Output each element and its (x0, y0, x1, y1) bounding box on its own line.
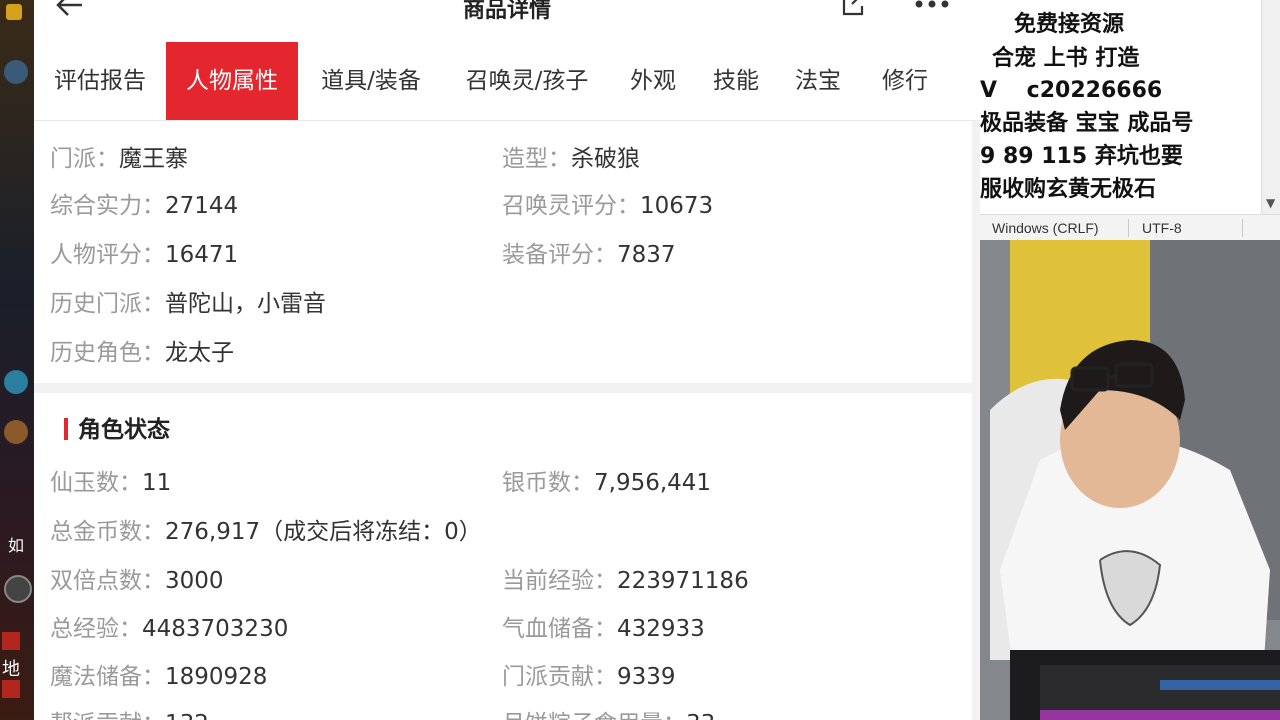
editor-line: 服收购玄黄无极石 (980, 177, 1157, 202)
game-label: 如 (8, 536, 25, 555)
editor-line: 极品装备 宝宝 成品号 (980, 111, 1194, 136)
mp-reserve-field: 魔法储备：1890928 (50, 664, 268, 690)
tab-cultivation[interactable]: 修行 (860, 42, 950, 120)
guild-contrib-field: 帮派贡献：132 (50, 704, 209, 720)
tab-summons[interactable]: 召唤灵/孩子 (444, 42, 610, 120)
gold-field: 总金币数：276,917（成交后将冻结：0） (50, 519, 482, 545)
editor-scrollbar[interactable]: ▼ (1261, 0, 1280, 214)
zongzi-field: 月饼粽子食用量：33 (502, 704, 715, 720)
tab-character[interactable]: 人物属性 (166, 42, 298, 120)
product-detail-page: 商品详情 评估报告 人物属性 道具/装备 召唤灵/孩子 外观 技能 法宝 修行 … (34, 0, 980, 720)
sect-contrib-field: 门派贡献：9339 (502, 664, 676, 690)
editor-status-bar: Windows (CRLF) UTF-8 (980, 214, 1280, 241)
game-orb-icon (4, 420, 28, 444)
editor-line: 9 89 115 弃坑也要 (980, 144, 1183, 169)
status-divider (1242, 219, 1243, 237)
top-bar: 商品详情 (34, 0, 980, 42)
text-editor-overlay: 免费接资源 合宠 上书 打造 V c20226666 极品装备 宝宝 成品号 9… (980, 0, 1280, 241)
status-divider (1128, 219, 1129, 237)
game-orb-icon (4, 370, 28, 394)
double-points-field: 双倍点数：3000 (50, 568, 224, 594)
tab-items[interactable]: 道具/装备 (298, 42, 444, 120)
tab-skills[interactable]: 技能 (696, 42, 776, 120)
current-exp-field: 当前经验：223971186 (502, 568, 749, 594)
game-icon (6, 4, 22, 20)
tab-report[interactable]: 评估报告 (34, 42, 166, 120)
editor-line: 免费接资源 (1014, 12, 1125, 37)
power-field: 综合实力：27144 (50, 193, 239, 219)
hp-reserve-field: 气血储备：432933 (502, 616, 705, 642)
game-window-strip: 如 地 (0, 0, 34, 720)
history-role-field: 历史角色：龙太子 (50, 340, 234, 366)
game-orb-icon (4, 575, 32, 603)
share-icon[interactable] (838, 0, 868, 18)
game-red-icon (2, 632, 20, 650)
game-orb-icon (4, 60, 28, 84)
section-accent-bar (64, 418, 68, 440)
tab-treasures[interactable]: 法宝 (776, 42, 860, 120)
basic-info-card: 门派：魔王寨 造型：杀破狼 综合实力：27144 召唤灵评分：10673 人物评… (34, 121, 972, 383)
tab-bar: 评估报告 人物属性 道具/装备 召唤灵/孩子 外观 技能 法宝 修行 (34, 42, 980, 121)
history-sect-field: 历史门派：普陀山，小雷音 (50, 291, 326, 317)
game-label: 地 (2, 659, 20, 680)
model-field: 造型：杀破狼 (502, 146, 640, 172)
encoding-label[interactable]: UTF-8 (1142, 220, 1182, 236)
more-dots-icon[interactable] (914, 0, 950, 10)
char-score-field: 人物评分：16471 (50, 242, 239, 268)
webcam-feed (980, 240, 1280, 720)
streamer-webcam-image (980, 240, 1280, 720)
silver-field: 银币数：7,956,441 (502, 470, 712, 496)
sect-field: 门派：魔王寨 (50, 146, 188, 172)
equip-score-field: 装备评分：7837 (502, 242, 676, 268)
jade-field: 仙玉数：11 (50, 470, 172, 496)
tab-appearance[interactable]: 外观 (610, 42, 696, 120)
line-ending-label[interactable]: Windows (CRLF) (992, 220, 1099, 236)
scroll-down-icon[interactable]: ▼ (1266, 196, 1275, 210)
editor-line: 合宠 上书 打造 (992, 46, 1140, 71)
section-title-status: 角色状态 (64, 410, 170, 450)
editor-line: V c20226666 (980, 78, 1163, 103)
game-red-icon (2, 680, 20, 698)
summon-score-field: 召唤灵评分：10673 (502, 193, 714, 219)
total-exp-field: 总经验：4483703230 (50, 616, 289, 642)
